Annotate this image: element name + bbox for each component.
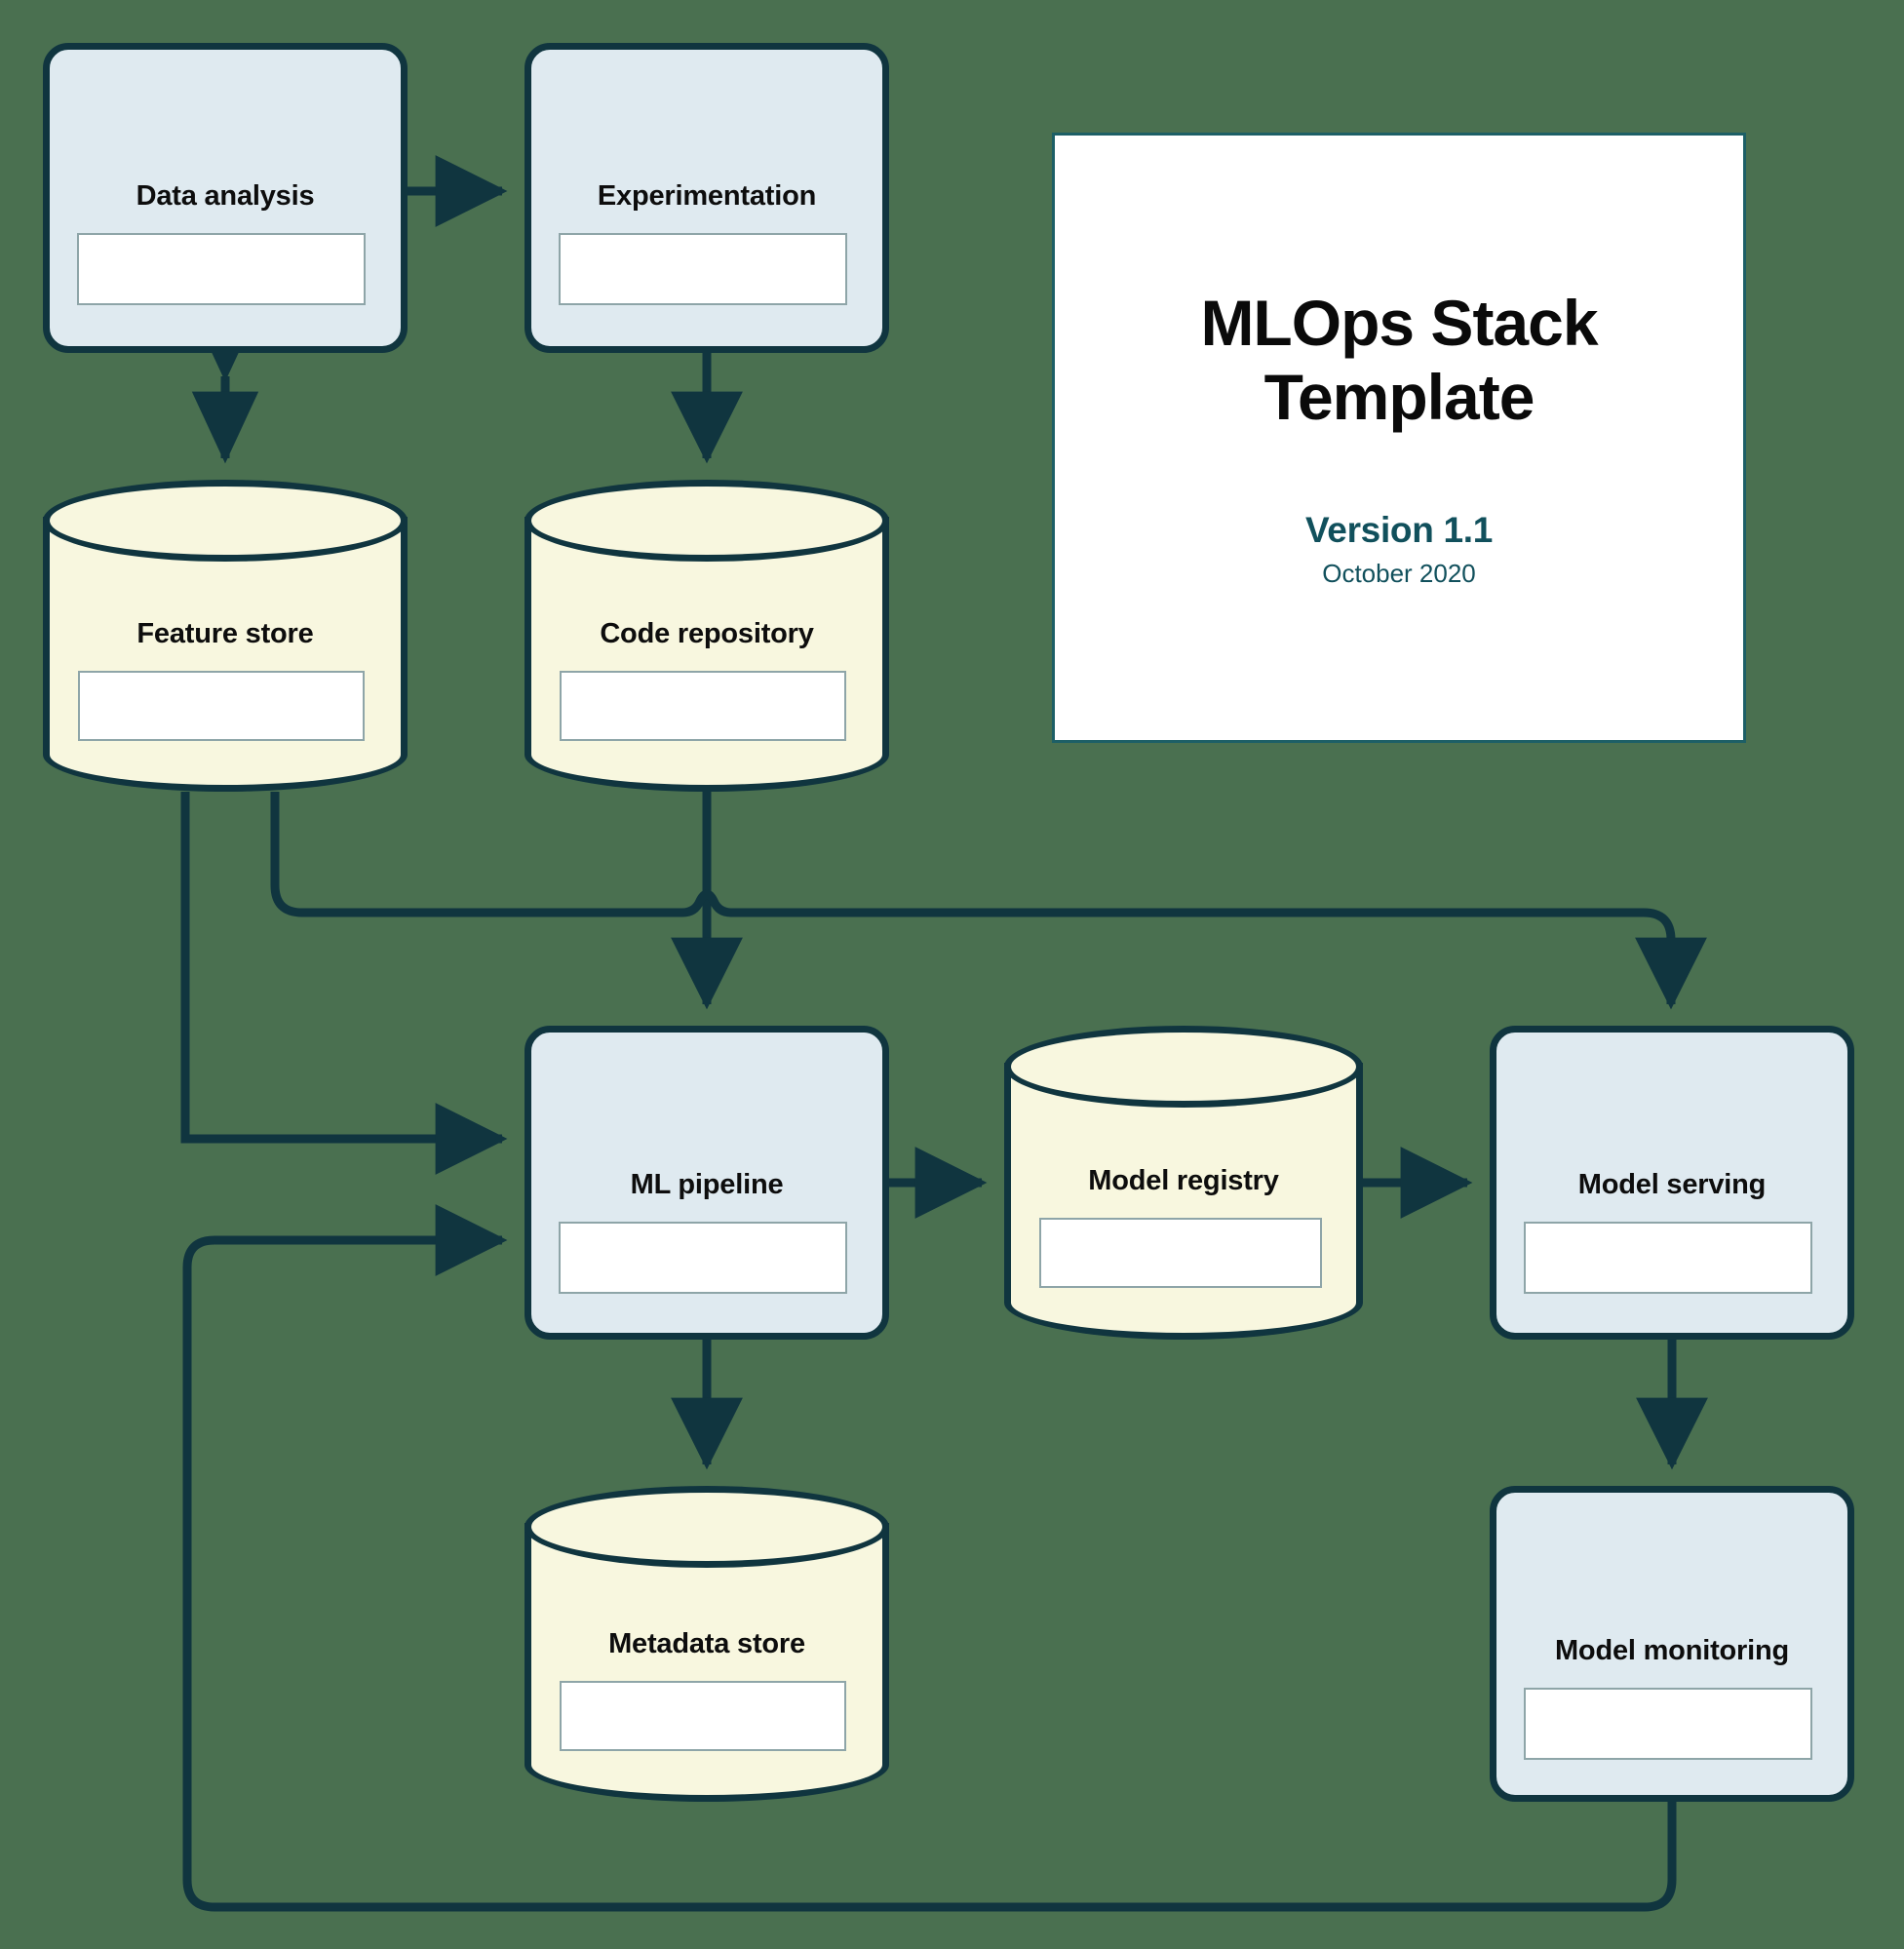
node-label-code-repository: Code repository — [600, 618, 814, 649]
title-card-title: MLOps Stack Template — [1200, 287, 1598, 433]
node-feature-store[interactable]: Feature store — [43, 480, 408, 792]
fill-slot-metadata-store[interactable] — [560, 1681, 846, 1751]
node-experimentation[interactable]: Experimentation — [525, 43, 889, 353]
node-model-registry[interactable]: Model registry — [1004, 1026, 1363, 1340]
edge-code-repository-to-model-serving — [270, 792, 1707, 1010]
node-label-model-monitoring: Model monitoring — [1554, 1635, 1790, 1666]
fill-slot-ml-pipeline[interactable] — [559, 1222, 847, 1294]
node-label-feature-store: Feature store — [136, 618, 314, 649]
node-ml-pipeline[interactable]: ML pipeline — [525, 1026, 889, 1340]
cylinder-top — [525, 480, 889, 562]
fill-slot-model-serving[interactable] — [1524, 1222, 1812, 1294]
cylinder-top — [1004, 1026, 1363, 1108]
cylinder-top — [43, 480, 408, 562]
node-label-model-serving: Model serving — [1577, 1169, 1767, 1200]
fill-slot-experimentation[interactable] — [559, 233, 847, 305]
title-card-date: October 2020 — [1322, 558, 1476, 588]
fill-slot-feature-store[interactable] — [78, 671, 365, 741]
node-label-ml-pipeline: ML pipeline — [630, 1169, 784, 1200]
fill-slot-model-monitoring[interactable] — [1524, 1688, 1812, 1760]
title-card-version: Version 1.1 — [1304, 509, 1494, 550]
node-label-data-analysis: Data analysis — [136, 180, 315, 212]
node-model-serving[interactable]: Model serving — [1490, 1026, 1854, 1340]
title-card: MLOps Stack Template Version 1.1 October… — [1052, 133, 1746, 743]
node-model-monitoring[interactable]: Model monitoring — [1490, 1486, 1854, 1802]
cylinder-top — [525, 1486, 889, 1568]
node-label-model-registry: Model registry — [1088, 1165, 1279, 1196]
fill-slot-data-analysis[interactable] — [77, 233, 366, 305]
node-code-repository[interactable]: Code repository — [525, 480, 889, 792]
node-metadata-store[interactable]: Metadata store — [525, 1486, 889, 1802]
edge-model-monitoring-to-ml-pipeline — [182, 1204, 1677, 1912]
title-line-2: Template — [1263, 360, 1535, 433]
node-label-experimentation: Experimentation — [597, 180, 817, 212]
fill-slot-code-repository[interactable] — [560, 671, 846, 741]
node-data-analysis[interactable]: Data analysis — [43, 43, 408, 353]
node-label-metadata-store: Metadata store — [608, 1628, 805, 1659]
fill-slot-model-registry[interactable] — [1039, 1218, 1322, 1288]
title-line-1: MLOps Stack — [1200, 287, 1598, 360]
edge-feature-store-to-ml-pipeline — [180, 792, 508, 1175]
diagram-canvas: MLOps Stack Template Version 1.1 October… — [0, 0, 1904, 1949]
